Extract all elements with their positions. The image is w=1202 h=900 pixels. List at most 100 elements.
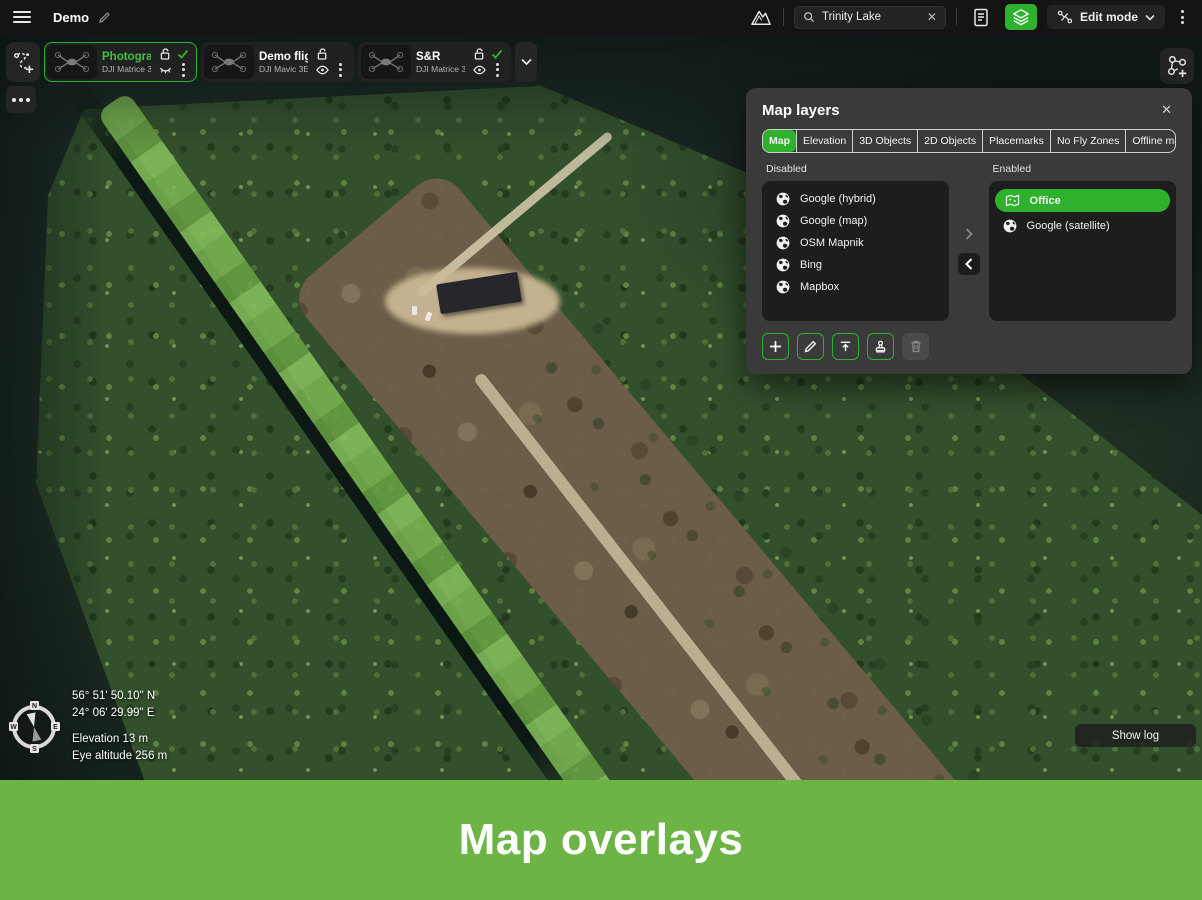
lock-open-icon[interactable]: [160, 48, 171, 60]
search-value: Trinity Lake: [822, 11, 920, 23]
tab-offline-maps[interactable]: Offline maps: [1125, 130, 1176, 152]
route-add-icon: [12, 49, 34, 75]
edit-mode-label: Edit mode: [1080, 10, 1138, 24]
import-layer-button[interactable]: [832, 333, 859, 360]
edit-mode-dropdown[interactable]: Edit mode: [1047, 5, 1165, 29]
terrain-icon[interactable]: [749, 7, 773, 27]
layers-icon: [1012, 8, 1030, 26]
add-layer-button[interactable]: [762, 333, 789, 360]
chevron-down-icon: [521, 58, 532, 66]
polygon-add-icon: [1165, 54, 1189, 78]
mission-card-subtitle: DJI Matrice 350 RT...: [102, 64, 151, 74]
close-icon[interactable]: ✕: [1157, 100, 1176, 120]
delete-layer-button[interactable]: [902, 333, 929, 360]
coordinates-block: 56° 51' 50.10" N 24° 06' 29.99" E Elevat…: [72, 688, 167, 765]
collapse-cards-button[interactable]: [515, 42, 537, 82]
drone-thumbnail: [361, 45, 411, 79]
eye-closed-icon[interactable]: [159, 65, 172, 75]
kebab-menu-icon[interactable]: [339, 63, 342, 77]
enabled-layers-list: Office Google (satellite): [989, 181, 1176, 321]
layer-item-label: Google (hybrid): [800, 193, 876, 205]
top-bar: Demo Trinity Lake ✕: [0, 0, 1202, 34]
compass[interactable]: N S W E: [8, 688, 60, 765]
globe-icon: [1003, 219, 1017, 233]
toolbar-divider: [783, 8, 784, 26]
search-input[interactable]: Trinity Lake ✕: [794, 6, 946, 29]
map-layers-dialog: Map layers ✕ Map Elevation 3D Objects 2D…: [746, 88, 1192, 374]
layer-item-bing[interactable]: Bing: [766, 254, 945, 276]
hamburger-menu-icon[interactable]: [13, 11, 31, 23]
search-icon: [803, 11, 815, 23]
edit-layer-button[interactable]: [797, 333, 824, 360]
tab-placemarks[interactable]: Placemarks: [982, 130, 1050, 152]
layer-item-office[interactable]: Office: [995, 189, 1170, 212]
add-polygon-button[interactable]: [1160, 48, 1194, 84]
lock-open-icon[interactable]: [474, 48, 485, 60]
lock-open-icon[interactable]: [317, 48, 328, 60]
drone-thumbnail: [204, 45, 254, 79]
georeference-layer-button[interactable]: [867, 333, 894, 360]
notes-icon: [973, 8, 989, 27]
svg-text:S: S: [32, 746, 37, 753]
edit-pencil-icon[interactable]: [98, 11, 111, 24]
layer-item-label: Google (satellite): [1027, 220, 1110, 232]
layer-item-google-satellite[interactable]: Google (satellite): [993, 215, 1172, 237]
layer-item-label: OSM Mapnik: [800, 237, 864, 249]
svg-text:E: E: [53, 724, 58, 731]
globe-icon: [776, 236, 790, 250]
tab-2d-objects[interactable]: 2D Objects: [917, 130, 982, 152]
layer-item-mapbox[interactable]: Mapbox: [766, 276, 945, 298]
layer-item-label: Office: [1030, 195, 1061, 207]
check-icon: [177, 49, 189, 59]
show-log-button[interactable]: Show log: [1075, 724, 1196, 747]
layer-item-label: Google (map): [800, 215, 867, 227]
mission-card-subtitle: DJI Mavic 3E: [259, 64, 308, 74]
tab-no-fly-zones[interactable]: No Fly Zones: [1050, 130, 1125, 152]
dialog-tabs: Map Elevation 3D Objects 2D Objects Plac…: [762, 129, 1176, 153]
eye-icon[interactable]: [473, 65, 486, 75]
mission-card-demo-flight[interactable]: Demo flight DJI Mavic 3E: [201, 42, 354, 82]
eye-icon[interactable]: [316, 65, 329, 75]
bottom-banner: Map overlays: [0, 780, 1202, 900]
upload-icon: [839, 340, 852, 353]
arrow-right-icon: [965, 228, 973, 240]
move-to-disabled-button[interactable]: [958, 253, 980, 275]
mission-card-sr[interactable]: S&R DJI Matrice 350 RTK: [358, 42, 511, 82]
latitude-value: 56° 51' 50.10" N: [72, 688, 167, 705]
kebab-menu-icon[interactable]: [1175, 6, 1190, 28]
mission-card-title: Photogramm...: [102, 51, 151, 63]
tab-map[interactable]: Map: [763, 130, 796, 152]
map-layers-button[interactable]: [1005, 4, 1037, 30]
vehicle: [412, 306, 417, 315]
layer-item-osm-mapnik[interactable]: OSM Mapnik: [766, 232, 945, 254]
layer-item-label: Bing: [800, 259, 822, 271]
mission-card-title: S&R: [416, 51, 465, 63]
add-icon: [769, 340, 782, 353]
tab-3d-objects[interactable]: 3D Objects: [852, 130, 917, 152]
drone-thumbnail: [47, 45, 97, 79]
globe-icon: [776, 280, 790, 294]
globe-icon: [776, 192, 790, 206]
kebab-menu-icon[interactable]: [496, 63, 499, 77]
map-icon: [1005, 194, 1020, 207]
mission-cards-row: Photogramm... DJI Matrice 350 RT...: [6, 42, 537, 82]
layer-item-google-map[interactable]: Google (map): [766, 210, 945, 232]
tab-elevation[interactable]: Elevation: [796, 130, 852, 152]
mission-card-photogrammetry[interactable]: Photogramm... DJI Matrice 350 RT...: [44, 42, 197, 82]
chevron-down-icon: [1145, 14, 1155, 21]
clear-icon[interactable]: ✕: [927, 11, 937, 23]
globe-icon: [776, 214, 790, 228]
map-status-overlay: N S W E 56° 51' 50.10" N 24° 06' 29.99" …: [8, 688, 167, 765]
mission-card-subtitle: DJI Matrice 350 RTK: [416, 64, 465, 74]
edit-mode-icon: [1057, 10, 1073, 24]
longitude-value: 24° 06' 29.99" E: [72, 705, 167, 722]
disabled-layers-list: Google (hybrid) Google (map) OSM Mapnik …: [762, 181, 949, 321]
notes-button[interactable]: [967, 4, 995, 30]
layer-item-google-hybrid[interactable]: Google (hybrid): [766, 188, 945, 210]
add-route-button[interactable]: [6, 42, 40, 82]
layer-item-label: Mapbox: [800, 281, 839, 293]
trash-icon: [910, 340, 922, 353]
kebab-menu-icon[interactable]: [182, 63, 185, 77]
more-tools-button[interactable]: [6, 86, 36, 113]
move-to-enabled-button[interactable]: [958, 223, 980, 245]
